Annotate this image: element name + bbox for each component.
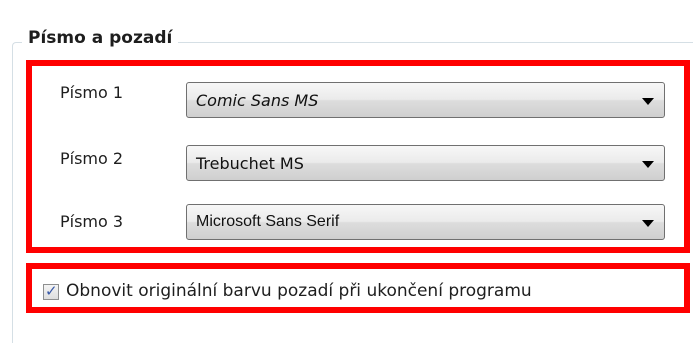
chevron-down-icon — [642, 220, 654, 227]
chevron-down-icon — [642, 161, 654, 168]
checkmark-icon: ✓ — [45, 282, 58, 300]
font-3-dropdown[interactable]: Microsoft Sans Serif — [186, 204, 665, 240]
font-1-label: Písmo 1 — [60, 83, 124, 102]
font-3-value: Microsoft Sans Serif — [196, 213, 340, 230]
font-2-dropdown[interactable]: Trebuchet MS — [186, 145, 665, 181]
chevron-down-icon — [642, 98, 654, 105]
font-1-dropdown[interactable]: Comic Sans MS — [186, 82, 665, 118]
font-2-value: Trebuchet MS — [196, 154, 304, 173]
font-2-label: Písmo 2 — [60, 149, 124, 168]
restore-background-checkbox[interactable]: ✓ — [43, 282, 59, 300]
font-1-value: Comic Sans MS — [196, 91, 319, 110]
font-3-label: Písmo 3 — [60, 212, 124, 231]
group-title: Písmo a pozadí — [22, 28, 179, 48]
restore-background-label[interactable]: Obnovit originální barvu pozadí při ukon… — [66, 281, 532, 301]
